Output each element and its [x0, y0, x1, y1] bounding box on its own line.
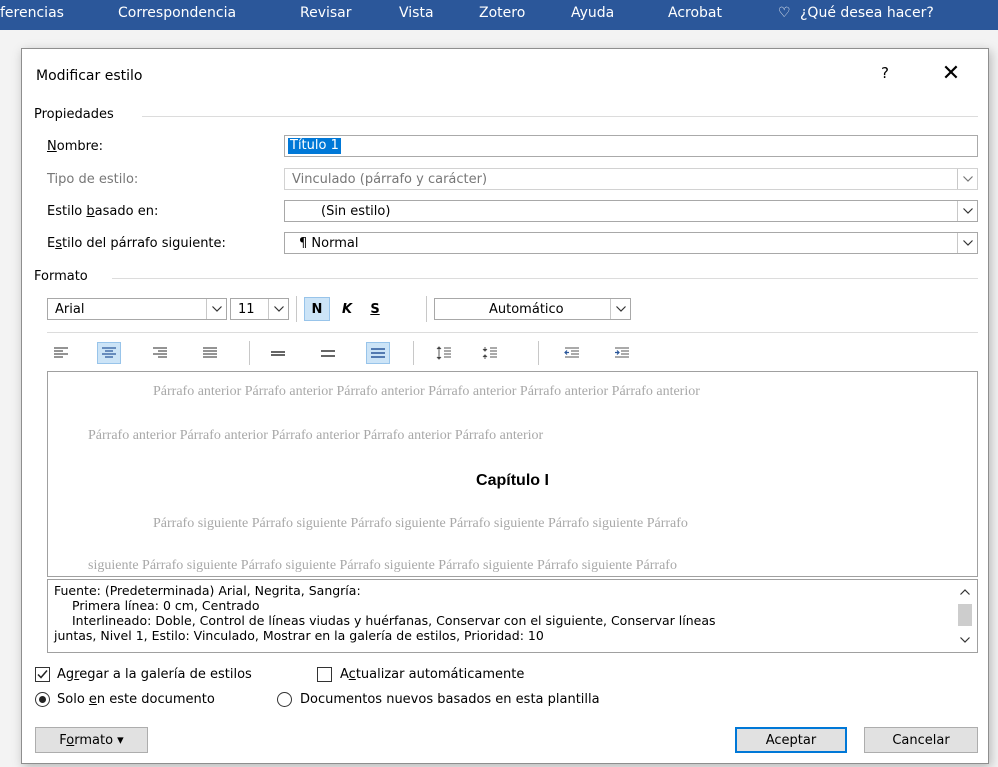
name-label: Nombre: — [47, 139, 104, 154]
auto-update-label[interactable]: Actualizar automáticamente — [340, 667, 524, 682]
scrollbar-thumb[interactable] — [958, 604, 972, 626]
next-style-label: Estilo del párrafo siguiente: — [47, 236, 226, 251]
auto-update-checkbox[interactable] — [317, 667, 332, 682]
ok-button[interactable]: Aceptar — [735, 727, 847, 753]
format-button-label: Formato ▾ — [59, 732, 124, 748]
font-value: Arial — [55, 302, 85, 317]
font-select[interactable]: Arial — [47, 298, 227, 320]
add-gallery-checkbox[interactable] — [35, 667, 50, 682]
font-size-select[interactable]: 11 — [230, 298, 289, 320]
close-icon[interactable]: ✕ — [938, 61, 964, 87]
tab-referencias[interactable]: ferencias — [0, 5, 64, 21]
properties-section-title: Propiedades — [34, 107, 114, 122]
align-right-icon[interactable] — [148, 342, 172, 364]
only-document-label[interactable]: Solo en este documento — [57, 692, 215, 707]
toolbar-divider — [47, 332, 978, 333]
double-spacing-icon[interactable] — [366, 342, 390, 364]
cancel-button[interactable]: Cancelar — [864, 727, 978, 753]
one-half-spacing-icon[interactable] — [316, 342, 340, 364]
add-gallery-label[interactable]: Agregar a la galería de estilos — [57, 667, 252, 682]
font-size-value: 11 — [238, 302, 255, 317]
section-divider — [112, 278, 978, 279]
space-before-decrease-icon[interactable] — [478, 342, 502, 364]
tab-zotero[interactable]: Zotero — [479, 5, 525, 21]
underline-button[interactable]: S — [363, 297, 387, 321]
toolbar-separator — [413, 341, 414, 365]
based-on-label: Estilo basado en: — [47, 204, 159, 219]
chevron-down-icon[interactable] — [206, 299, 226, 319]
description-scrollbar[interactable] — [953, 580, 977, 652]
style-type-label: Tipo de estilo: — [47, 172, 139, 187]
preview-previous-line: Párrafo anterior Párrafo anterior Párraf… — [88, 428, 544, 443]
new-documents-label[interactable]: Documentos nuevos basados en esta planti… — [300, 692, 600, 707]
ribbon-tab-bar: ferencias Correspondencia Revisar Vista … — [0, 0, 998, 30]
lightbulb-icon: ♡ — [778, 5, 791, 21]
tab-ayuda[interactable]: Ayuda — [571, 5, 614, 21]
justify-icon[interactable] — [198, 342, 222, 364]
name-input[interactable]: Título 1 — [284, 135, 978, 157]
preview-next-line: Párrafo siguiente Párrafo siguiente Párr… — [153, 516, 688, 531]
chevron-down-icon[interactable] — [957, 233, 977, 253]
chevron-up-icon[interactable] — [953, 582, 977, 602]
based-on-value: (Sin estilo) — [321, 204, 391, 219]
tell-me-box[interactable]: ¿Qué desea hacer? — [800, 5, 934, 21]
help-button[interactable]: ? — [875, 64, 895, 88]
tab-vista[interactable]: Vista — [399, 5, 434, 21]
single-spacing-icon[interactable] — [266, 342, 290, 364]
format-section-title: Formato — [34, 269, 88, 284]
italic-button[interactable]: K — [335, 297, 359, 321]
tab-revisar[interactable]: Revisar — [300, 5, 352, 21]
preview-heading: Capítulo I — [476, 472, 549, 489]
based-on-select[interactable]: (Sin estilo) — [284, 200, 978, 222]
modify-style-dialog: Modificar estilo ? ✕ Propiedades Nombre:… — [21, 48, 989, 764]
next-style-select[interactable]: ¶ Normal — [284, 232, 978, 254]
preview-next-line: siguiente Párrafo siguiente Párrafo sigu… — [88, 558, 677, 573]
align-left-icon[interactable] — [49, 342, 73, 364]
dialog-title: Modificar estilo — [36, 68, 143, 84]
tab-correspondencia[interactable]: Correspondencia — [118, 5, 236, 21]
toolbar-separator — [296, 296, 297, 322]
description-line: juntas, Nivel 1, Estilo: Vinculado, Most… — [54, 628, 544, 643]
description-line: Primera línea: 0 cm, Centrado — [72, 598, 260, 613]
new-documents-radio[interactable] — [277, 692, 292, 707]
space-before-increase-icon[interactable] — [432, 342, 456, 364]
next-style-value: ¶ Normal — [299, 236, 359, 251]
name-value: Título 1 — [288, 138, 341, 154]
chevron-down-icon[interactable] — [957, 201, 977, 221]
increase-indent-icon[interactable] — [610, 342, 634, 364]
radio-dot — [39, 696, 46, 703]
only-document-radio[interactable] — [35, 692, 50, 707]
tab-acrobat[interactable]: Acrobat — [668, 5, 722, 21]
bold-button[interactable]: N — [304, 297, 330, 321]
description-line: Interlineado: Doble, Control de líneas v… — [72, 613, 716, 628]
chevron-down-icon[interactable] — [953, 630, 977, 650]
toolbar-separator — [538, 341, 539, 365]
style-preview: Párrafo anterior Párrafo anterior Párraf… — [47, 371, 978, 577]
format-menu-button[interactable]: Formato ▾ — [35, 727, 148, 753]
toolbar-separator — [249, 341, 250, 365]
section-divider — [142, 116, 978, 117]
font-color-select[interactable]: Automático — [434, 298, 631, 320]
chevron-down-icon — [957, 169, 977, 189]
style-type-value: Vinculado (párrafo y carácter) — [292, 172, 488, 187]
decrease-indent-icon[interactable] — [560, 342, 584, 364]
align-center-icon[interactable] — [97, 342, 121, 364]
style-description: Fuente: (Predeterminada) Arial, Negrita,… — [47, 579, 978, 653]
description-line: Fuente: (Predeterminada) Arial, Negrita,… — [54, 583, 361, 598]
checkmark-icon — [37, 670, 48, 679]
preview-previous-line: Párrafo anterior Párrafo anterior Párraf… — [153, 384, 700, 399]
toolbar-separator — [426, 296, 427, 322]
chevron-down-icon[interactable] — [610, 299, 630, 319]
chevron-down-icon[interactable] — [268, 299, 288, 319]
font-color-value: Automático — [489, 302, 564, 317]
style-type-select: Vinculado (párrafo y carácter) — [284, 168, 978, 190]
